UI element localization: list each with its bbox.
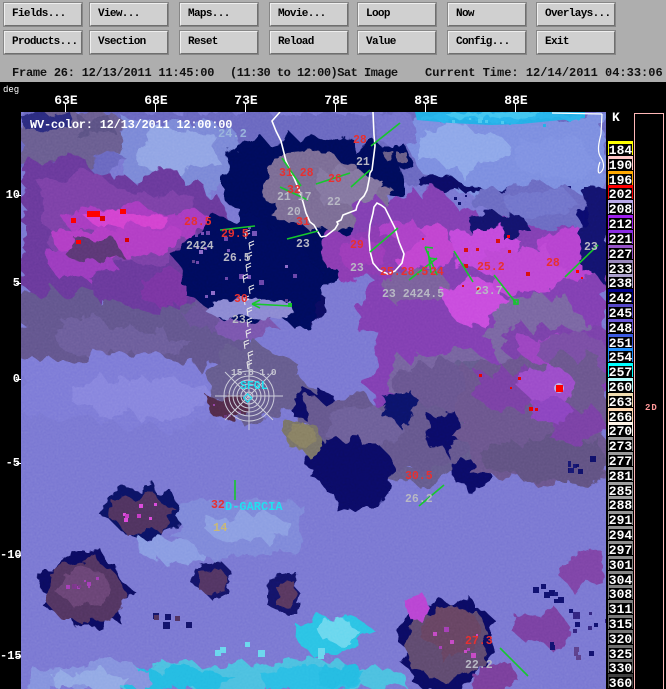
svg-text:28.5: 28.5: [184, 216, 212, 229]
svg-text:21 17: 21 17: [277, 191, 312, 204]
svg-text:28: 28: [353, 134, 367, 147]
svg-text:23 2424.5: 23 2424.5: [382, 288, 444, 301]
svg-text:29: 29: [350, 239, 364, 252]
svg-text:26.2: 26.2: [405, 493, 433, 506]
svg-text:24.2: 24.2: [218, 127, 247, 141]
svg-text:24: 24: [430, 266, 444, 279]
svg-text:15.8 1.0: 15.8 1.0: [231, 367, 277, 378]
svg-text:32: 32: [211, 499, 225, 512]
svg-text:23: 23: [296, 238, 310, 251]
svg-text:25.28.5: 25.28.5: [380, 266, 428, 279]
svg-text:29.5: 29.5: [221, 228, 249, 241]
svg-text:23: 23: [350, 262, 364, 275]
svg-text:28: 28: [546, 257, 560, 270]
svg-text:21: 21: [356, 156, 370, 169]
svg-text:22: 22: [327, 196, 341, 209]
svg-text:23.7: 23.7: [475, 285, 503, 298]
svg-text:26: 26: [328, 173, 342, 186]
svg-text:23: 23: [584, 241, 598, 254]
svg-text:20: 20: [287, 206, 301, 219]
svg-text:22.2: 22.2: [465, 659, 493, 672]
svg-text:2424: 2424: [186, 240, 214, 253]
svg-text:31 28: 31 28: [279, 167, 314, 180]
svg-text:30: 30: [234, 293, 248, 306]
svg-text:WV-color: 12/13/2011 12:00:00: WV-color: 12/13/2011 12:00:00: [30, 118, 232, 132]
svg-text:27.3: 27.3: [465, 635, 493, 648]
svg-text:26.5: 26.5: [223, 252, 251, 265]
svg-text:23: 23: [232, 314, 246, 327]
svg-text:30.5: 30.5: [405, 470, 433, 483]
svg-text:◇: ◇: [242, 391, 253, 405]
svg-text:25.2: 25.2: [477, 261, 505, 274]
svg-text:14: 14: [213, 521, 227, 535]
svg-text:D-GARCIA: D-GARCIA: [225, 500, 283, 514]
